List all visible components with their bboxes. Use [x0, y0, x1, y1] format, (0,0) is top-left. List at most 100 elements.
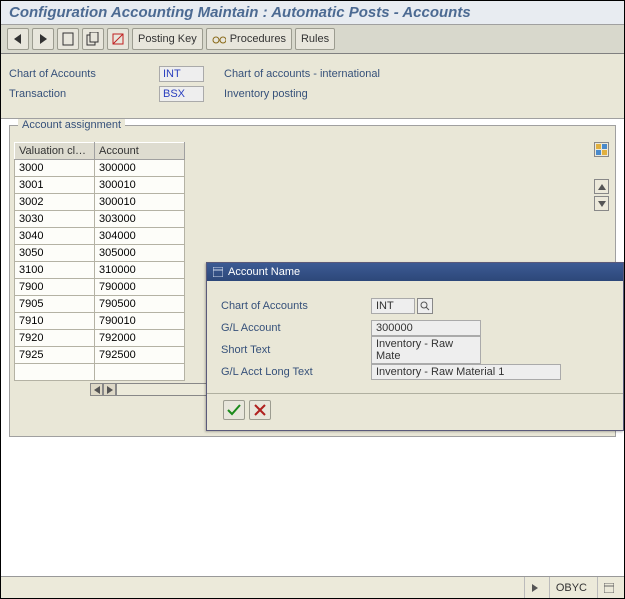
table-row[interactable]: 3001300010 — [15, 177, 185, 194]
table-row[interactable]: 3030303000 — [15, 211, 185, 228]
scroll-left-first[interactable] — [90, 383, 103, 396]
transaction-value: BSX — [159, 86, 204, 102]
scroll-down-button[interactable] — [594, 196, 609, 211]
table-row[interactable]: 7905790500 — [15, 296, 185, 313]
delete-block-icon — [111, 32, 125, 46]
account-name-dialog: Account Name Chart of Accounts INT G/L A… — [206, 262, 624, 431]
cell-account[interactable]: 792500 — [95, 347, 185, 364]
cell-valuation-class[interactable]: 3002 — [15, 194, 95, 211]
cell-valuation-class[interactable]: 3000 — [15, 160, 95, 177]
dialog-cancel-button[interactable] — [249, 400, 271, 420]
dlg-gl-label: G/L Account — [221, 322, 371, 334]
search-help-button[interactable] — [417, 298, 433, 314]
cell-account[interactable]: 790000 — [95, 279, 185, 296]
triangle-down-icon — [598, 201, 606, 207]
coa-value: INT — [159, 66, 204, 82]
transaction-desc: Inventory posting — [224, 88, 308, 100]
table-row[interactable]: 7920792000 — [15, 330, 185, 347]
status-layout[interactable] — [597, 577, 620, 598]
status-nav[interactable] — [524, 577, 545, 598]
coa-label: Chart of Accounts — [9, 68, 159, 80]
triangle-right-icon — [39, 34, 47, 44]
dlg-gl-value: 300000 — [371, 320, 481, 336]
cell-valuation-class[interactable]: 3050 — [15, 245, 95, 262]
col-account[interactable]: Account — [95, 143, 185, 160]
rules-button[interactable]: Rules — [295, 28, 335, 50]
page-title: Configuration Accounting Maintain : Auto… — [1, 1, 624, 25]
glasses-icon — [212, 33, 226, 45]
triangle-up-icon — [598, 184, 606, 190]
window-icon — [213, 267, 223, 277]
cross-icon — [254, 404, 266, 416]
dlg-coa-value[interactable]: INT — [371, 298, 415, 314]
table-row[interactable]: 3000300000 — [15, 160, 185, 177]
triangle-left-icon — [14, 34, 22, 44]
posting-key-button[interactable]: Posting Key — [132, 28, 203, 50]
cell-account[interactable]: 790010 — [95, 313, 185, 330]
dialog-titlebar[interactable]: Account Name — [207, 263, 623, 281]
table-row[interactable]: 7910790010 — [15, 313, 185, 330]
table-row[interactable]: 3002300010 — [15, 194, 185, 211]
col-valuation-class[interactable]: Valuation cl… — [15, 143, 95, 160]
dlg-long-label: G/L Acct Long Text — [221, 366, 371, 378]
section-title: Account assignment — [18, 119, 125, 131]
dlg-coa-label: Chart of Accounts — [221, 300, 371, 312]
cell-valuation-class[interactable]: 7910 — [15, 313, 95, 330]
table-settings-button[interactable] — [594, 142, 609, 157]
prev-button[interactable] — [7, 28, 29, 50]
triangle-left-icon — [93, 386, 101, 394]
triangle-right-icon — [531, 584, 539, 592]
table-row[interactable]: 3050305000 — [15, 245, 185, 262]
cell-valuation-class[interactable]: 3040 — [15, 228, 95, 245]
cell-account[interactable] — [95, 364, 185, 381]
dialog-ok-button[interactable] — [223, 400, 245, 420]
cell-account[interactable]: 305000 — [95, 245, 185, 262]
cell-valuation-class[interactable]: 7920 — [15, 330, 95, 347]
cell-account[interactable]: 792000 — [95, 330, 185, 347]
new-entries-button[interactable] — [57, 28, 79, 50]
triangle-right-icon — [106, 386, 114, 394]
layout-icon — [604, 583, 614, 593]
header-area: Chart of Accounts INT Chart of accounts … — [1, 54, 624, 119]
search-help-icon — [420, 301, 430, 311]
table-row[interactable]: 7900790000 — [15, 279, 185, 296]
delete-button[interactable] — [107, 28, 129, 50]
grid-config-icon — [596, 144, 607, 155]
cell-account[interactable]: 300010 — [95, 194, 185, 211]
table-row[interactable]: 7925792500 — [15, 347, 185, 364]
copy-icon — [86, 32, 100, 46]
cell-valuation-class[interactable]: 7925 — [15, 347, 95, 364]
cell-valuation-class[interactable]: 3030 — [15, 211, 95, 228]
cell-valuation-class[interactable]: 3100 — [15, 262, 95, 279]
cell-account[interactable]: 300000 — [95, 160, 185, 177]
coa-desc: Chart of accounts - international — [224, 68, 380, 80]
table-row[interactable] — [15, 364, 185, 381]
cell-account[interactable]: 300010 — [95, 177, 185, 194]
cell-valuation-class[interactable] — [15, 364, 95, 381]
cell-valuation-class[interactable]: 3001 — [15, 177, 95, 194]
dialog-title-text: Account Name — [228, 266, 300, 278]
dlg-short-label: Short Text — [221, 344, 371, 356]
table-row[interactable]: 3040304000 — [15, 228, 185, 245]
cell-valuation-class[interactable]: 7905 — [15, 296, 95, 313]
cell-valuation-class[interactable]: 7900 — [15, 279, 95, 296]
assignment-table[interactable]: Valuation cl… Account 300030000030013000… — [14, 142, 185, 381]
cell-account[interactable]: 310000 — [95, 262, 185, 279]
transaction-label: Transaction — [9, 88, 159, 100]
scroll-up-button[interactable] — [594, 179, 609, 194]
next-button[interactable] — [32, 28, 54, 50]
cell-account[interactable]: 303000 — [95, 211, 185, 228]
check-icon — [227, 404, 241, 416]
cell-account[interactable]: 304000 — [95, 228, 185, 245]
procedures-button[interactable]: Procedures — [206, 28, 292, 50]
copy-button[interactable] — [82, 28, 104, 50]
dlg-short-value: Inventory - Raw Mate — [371, 336, 481, 364]
status-tcode: OBYC — [549, 577, 593, 598]
dlg-long-value: Inventory - Raw Material 1 — [371, 364, 561, 380]
toolbar: Posting Key Procedures Rules — [1, 25, 624, 54]
scroll-left[interactable] — [103, 383, 116, 396]
table-row[interactable]: 3100310000 — [15, 262, 185, 279]
procedures-label: Procedures — [230, 33, 286, 45]
cell-account[interactable]: 790500 — [95, 296, 185, 313]
status-bar: OBYC — [1, 576, 624, 598]
